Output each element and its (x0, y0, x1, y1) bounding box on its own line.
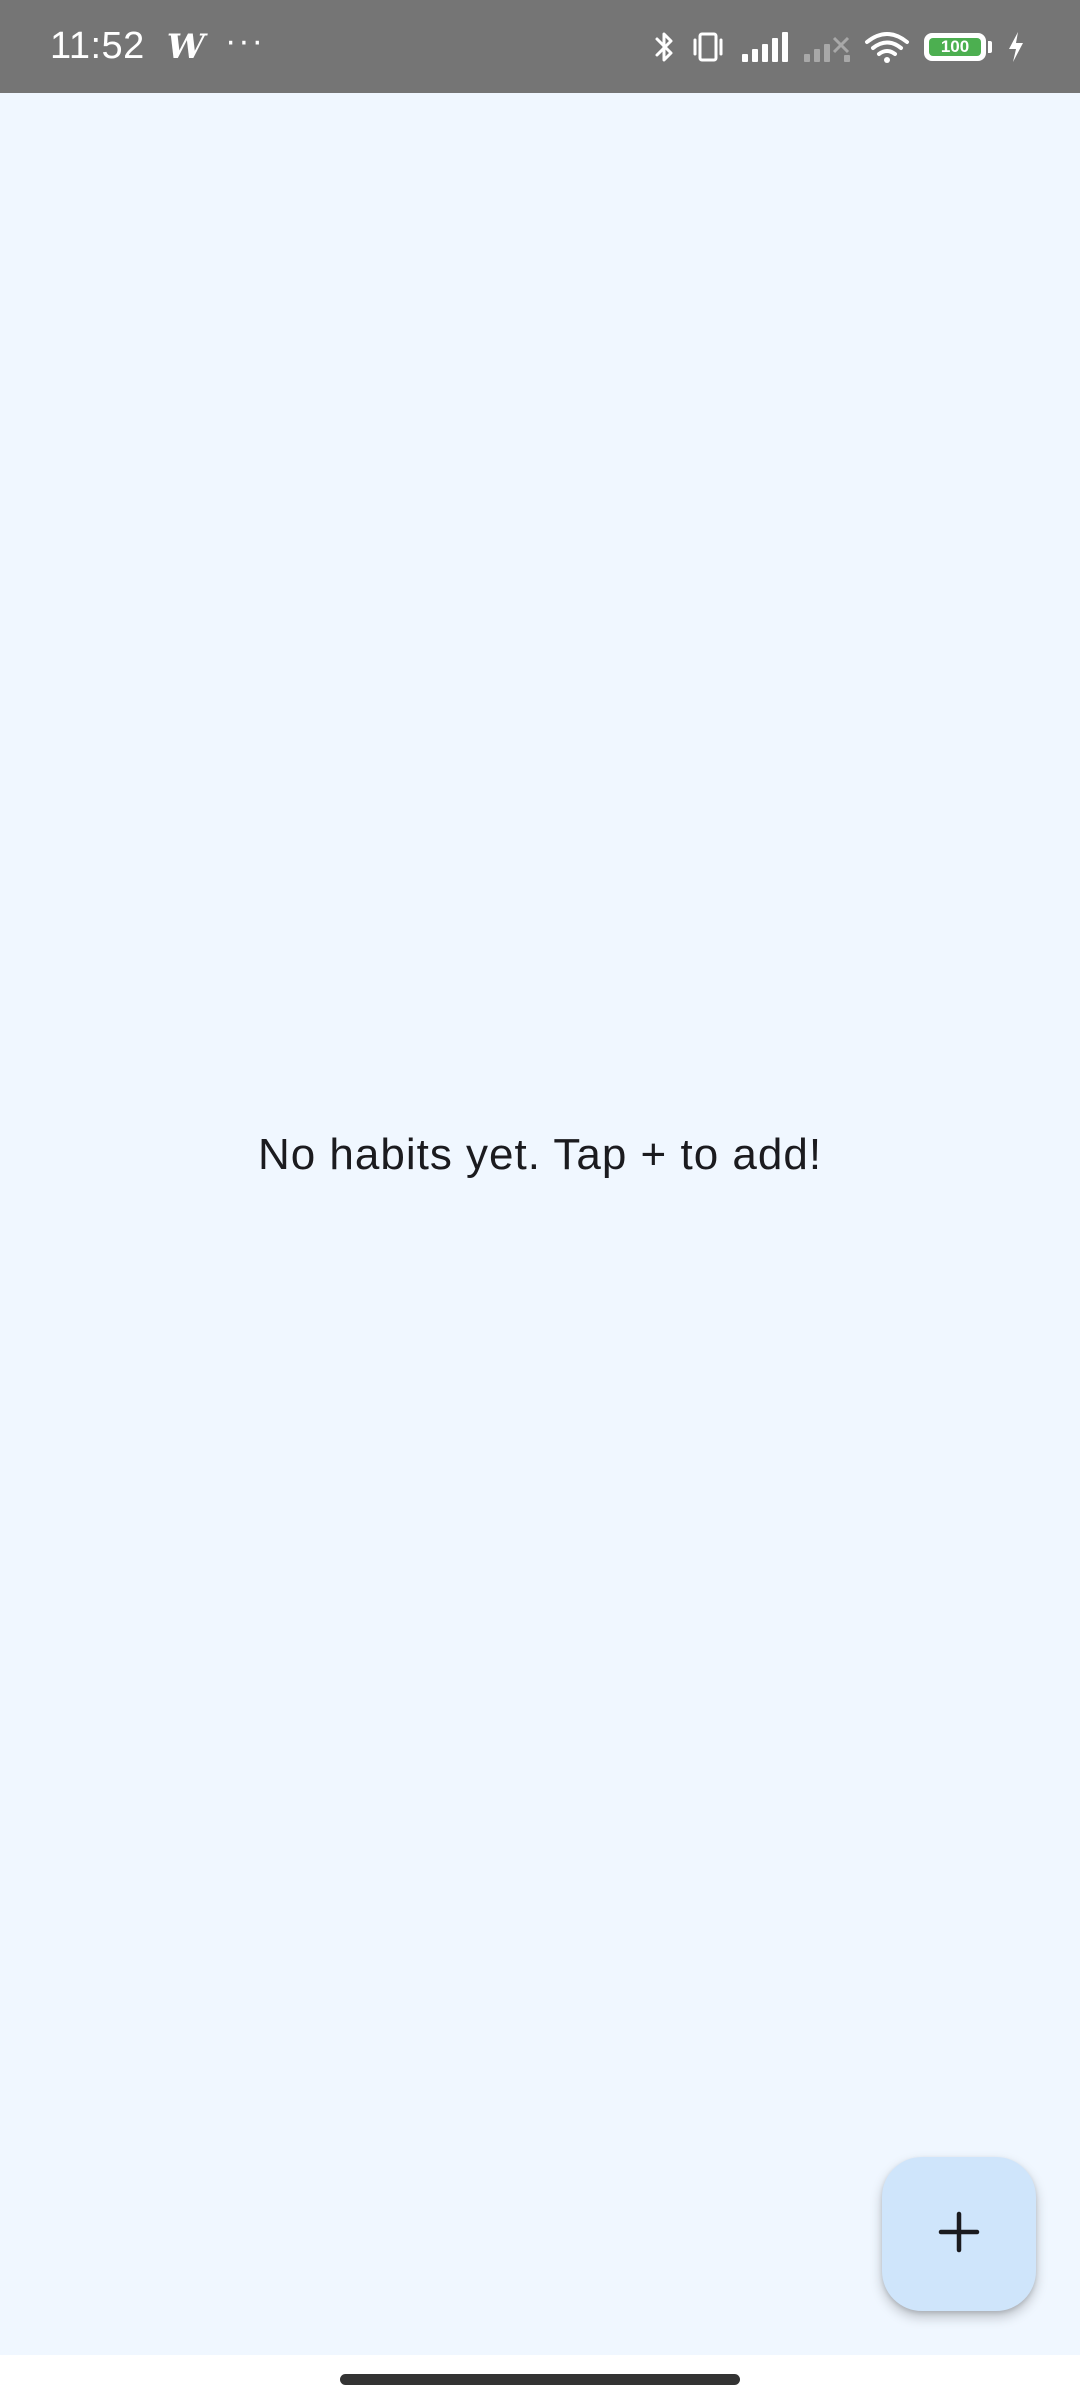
battery-level: 100 (929, 37, 981, 56)
battery-icon: 100 (924, 32, 992, 61)
wifi-icon (864, 30, 910, 64)
battery-tip (988, 40, 992, 53)
app-notification-icon: W (166, 26, 205, 67)
battery-body: 100 (924, 32, 986, 61)
signal-no-service-icon (802, 30, 850, 64)
main-content (0, 93, 1080, 2355)
status-left: 11:52 W ··· (50, 0, 265, 93)
plus-icon (937, 2210, 981, 2259)
more-notifications-icon: ··· (224, 21, 265, 60)
signal-icon (740, 30, 788, 64)
add-habit-button[interactable] (882, 2157, 1036, 2311)
status-right: 100 (654, 0, 1026, 93)
status-time: 11:52 (50, 25, 145, 67)
bluetooth-icon (654, 30, 676, 64)
empty-state-message: No habits yet. Tap + to add! (257, 1130, 823, 1179)
vibrate-icon (690, 30, 726, 64)
home-indicator[interactable] (340, 2374, 740, 2385)
status-bar: 11:52 W ··· 100 (0, 0, 1080, 93)
charging-icon (1006, 30, 1026, 64)
